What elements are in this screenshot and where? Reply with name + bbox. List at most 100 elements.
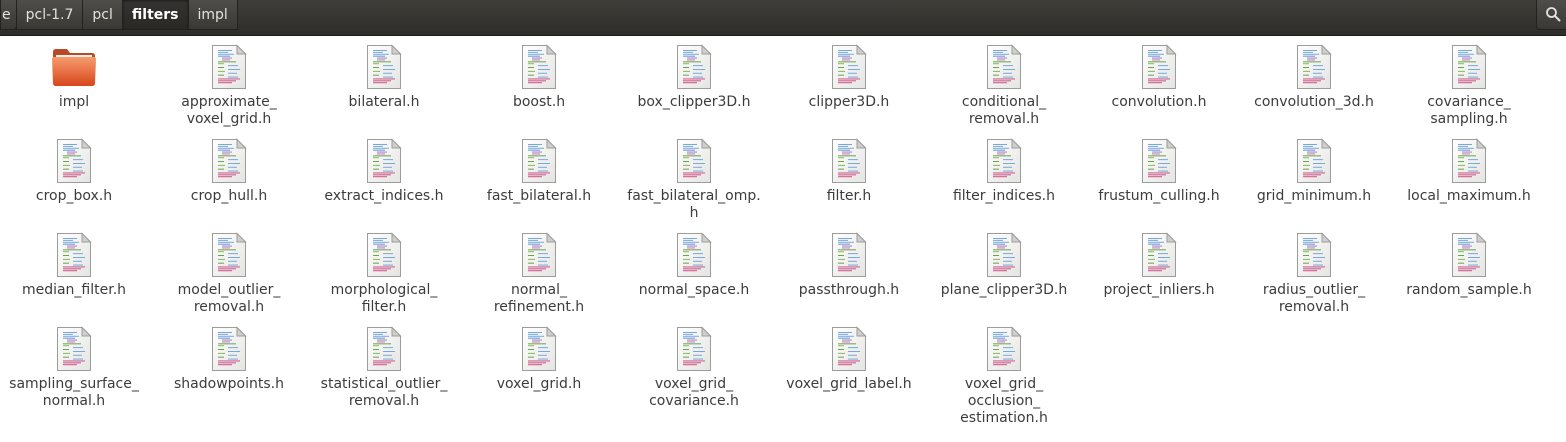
file-name-label: boost.h xyxy=(512,94,566,110)
text-file-icon xyxy=(1296,232,1332,278)
file-name-label: covariance_ sampling.h xyxy=(1427,94,1511,127)
text-file-icon xyxy=(831,326,867,372)
search-button[interactable] xyxy=(1536,0,1566,30)
file-name-label: normal_ refinement.h xyxy=(493,282,585,315)
text-file-icon xyxy=(676,326,712,372)
breadcrumb-impl[interactable]: impl xyxy=(187,0,238,30)
file-item-fast-bilateral-h[interactable]: fast_bilateral.h xyxy=(465,130,613,220)
text-file-icon xyxy=(366,138,402,184)
text-file-icon xyxy=(1296,138,1332,184)
file-item-conditional-removal-h[interactable]: conditional_ removal.h xyxy=(930,36,1078,127)
file-item-normal-refinement-h[interactable]: normal_ refinement.h xyxy=(465,224,613,315)
file-item-convolution-3d-h[interactable]: convolution_3d.h xyxy=(1240,36,1388,126)
text-file-icon xyxy=(676,138,712,184)
text-file-icon xyxy=(1451,44,1487,90)
text-file-icon xyxy=(521,326,557,372)
path-bar: e pcl-1.7 pcl filters impl xyxy=(0,0,1566,36)
file-item-plane-clipper3d-h[interactable]: plane_clipper3D.h xyxy=(930,224,1078,314)
file-item-median-filter-h[interactable]: median_filter.h xyxy=(0,224,148,314)
file-item-voxel-grid-h[interactable]: voxel_grid.h xyxy=(465,318,613,408)
file-item-project-inliers-h[interactable]: project_inliers.h xyxy=(1085,224,1233,314)
file-item-shadowpoints-h[interactable]: shadowpoints.h xyxy=(155,318,303,408)
file-name-label: statistical_outlier_ removal.h xyxy=(320,376,448,409)
file-item-statistical-outlier-removal-h[interactable]: statistical_outlier_ removal.h xyxy=(310,318,458,409)
file-item-filter-h[interactable]: filter.h xyxy=(775,130,923,220)
text-file-icon xyxy=(1141,138,1177,184)
text-file-icon xyxy=(56,138,92,184)
file-name-label: approximate_ voxel_grid.h xyxy=(181,94,277,127)
file-name-label: crop_hull.h xyxy=(190,188,268,204)
text-file-icon xyxy=(986,232,1022,278)
file-item-random-sample-h[interactable]: random_sample.h xyxy=(1395,224,1543,314)
file-item-radius-outlier-removal-h[interactable]: radius_outlier_ removal.h xyxy=(1240,224,1388,315)
file-item-clipper3d-h[interactable]: clipper3D.h xyxy=(775,36,923,126)
file-item-sampling-surface-normal-h[interactable]: sampling_surface_ normal.h xyxy=(0,318,148,409)
file-item-fast-bilateral-omp-h[interactable]: fast_bilateral_omp. h xyxy=(620,130,768,221)
text-file-icon xyxy=(521,44,557,90)
text-file-icon xyxy=(211,326,247,372)
file-item-passthrough-h[interactable]: passthrough.h xyxy=(775,224,923,314)
file-name-label: model_outlier_ removal.h xyxy=(177,282,281,315)
text-file-icon xyxy=(211,232,247,278)
breadcrumb-e[interactable]: e xyxy=(0,0,17,30)
file-item-boost-h[interactable]: boost.h xyxy=(465,36,613,126)
file-item-local-maximum-h[interactable]: local_maximum.h xyxy=(1395,130,1543,220)
file-name-label: extract_indices.h xyxy=(324,188,444,204)
file-item-morphological-filter-h[interactable]: morphological_ filter.h xyxy=(310,224,458,315)
file-grid: impl approximate_ voxel_grid.h bilateral… xyxy=(0,36,1566,442)
text-file-icon xyxy=(986,326,1022,372)
text-file-icon xyxy=(211,138,247,184)
breadcrumb: e pcl-1.7 pcl filters impl xyxy=(0,0,238,30)
file-item-crop-hull-h[interactable]: crop_hull.h xyxy=(155,130,303,220)
text-file-icon xyxy=(676,44,712,90)
file-item-convolution-h[interactable]: convolution.h xyxy=(1085,36,1233,126)
text-file-icon xyxy=(56,326,92,372)
file-item-bilateral-h[interactable]: bilateral.h xyxy=(310,36,458,126)
file-name-label: grid_minimum.h xyxy=(1256,188,1372,204)
file-item-model-outlier-removal-h[interactable]: model_outlier_ removal.h xyxy=(155,224,303,315)
text-file-icon xyxy=(986,138,1022,184)
file-name-label: plane_clipper3D.h xyxy=(940,282,1068,298)
file-item-frustum-culling-h[interactable]: frustum_culling.h xyxy=(1085,130,1233,220)
file-item-box-clipper3d-h[interactable]: box_clipper3D.h xyxy=(620,36,768,126)
file-name-label: normal_space.h xyxy=(638,282,750,298)
file-name-label: median_filter.h xyxy=(21,282,127,298)
file-name-label: clipper3D.h xyxy=(808,94,890,110)
file-name-label: filter.h xyxy=(826,188,872,204)
folder-item-impl[interactable]: impl xyxy=(0,36,148,126)
breadcrumb-pcl[interactable]: pcl xyxy=(82,0,123,30)
file-item-extract-indices-h[interactable]: extract_indices.h xyxy=(310,130,458,220)
file-name-label: passthrough.h xyxy=(798,282,900,298)
file-name-label: random_sample.h xyxy=(1406,282,1532,298)
file-item-covariance-sampling-h[interactable]: covariance_ sampling.h xyxy=(1395,36,1543,127)
text-file-icon xyxy=(366,232,402,278)
text-file-icon xyxy=(831,44,867,90)
breadcrumb-pcl-1-7[interactable]: pcl-1.7 xyxy=(15,0,84,30)
file-name-label: box_clipper3D.h xyxy=(637,94,751,110)
file-name-label: crop_box.h xyxy=(35,188,113,204)
text-file-icon xyxy=(521,232,557,278)
file-name-label: convolution_3d.h xyxy=(1254,94,1374,110)
file-name-label: sampling_surface_ normal.h xyxy=(9,376,139,409)
file-name-label: shadowpoints.h xyxy=(174,376,284,392)
text-file-icon xyxy=(1451,232,1487,278)
text-file-icon xyxy=(56,232,92,278)
text-file-icon xyxy=(366,44,402,90)
file-name-label: radius_outlier_ removal.h xyxy=(1262,282,1366,315)
file-item-filter-indices-h[interactable]: filter_indices.h xyxy=(930,130,1078,220)
file-name-label: voxel_grid.h xyxy=(496,376,582,392)
file-name-label: voxel_grid_ covariance.h xyxy=(649,376,739,409)
breadcrumb-filters[interactable]: filters xyxy=(121,0,189,30)
text-file-icon xyxy=(211,44,247,90)
file-item-normal-space-h[interactable]: normal_space.h xyxy=(620,224,768,314)
file-item-voxel-grid-occlusion-estimation-h[interactable]: voxel_grid_ occlusion_ estimation.h xyxy=(930,318,1078,426)
file-name-label: morphological_ filter.h xyxy=(330,282,438,315)
text-file-icon xyxy=(521,138,557,184)
text-file-icon xyxy=(1141,44,1177,90)
file-item-voxel-grid-label-h[interactable]: voxel_grid_label.h xyxy=(775,318,923,408)
file-item-voxel-grid-covariance-h[interactable]: voxel_grid_ covariance.h xyxy=(620,318,768,409)
file-item-grid-minimum-h[interactable]: grid_minimum.h xyxy=(1240,130,1388,220)
file-item-crop-box-h[interactable]: crop_box.h xyxy=(0,130,148,220)
file-name-label: impl xyxy=(58,94,90,110)
file-item-approximate-voxel-grid-h[interactable]: approximate_ voxel_grid.h xyxy=(155,36,303,127)
